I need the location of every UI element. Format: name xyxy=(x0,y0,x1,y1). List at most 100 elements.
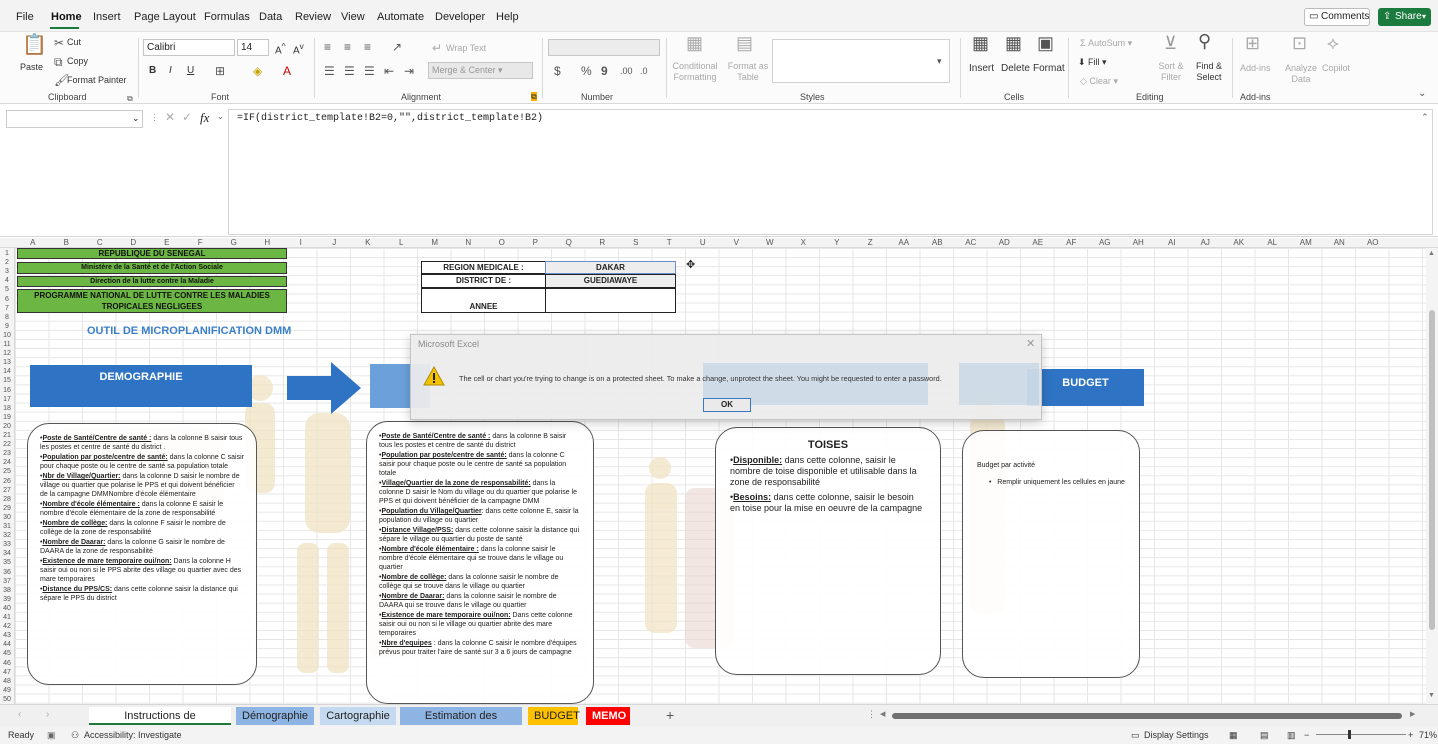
row-header[interactable]: 11 xyxy=(0,340,14,349)
row-header[interactable]: 42 xyxy=(0,622,14,631)
column-header[interactable]: AL xyxy=(1256,238,1290,248)
display-settings-button[interactable]: Display Settings xyxy=(1144,726,1209,744)
annee-value-cell[interactable] xyxy=(545,288,676,313)
column-header[interactable]: AA xyxy=(887,238,921,248)
row-header[interactable]: 1 xyxy=(0,249,14,258)
row-header[interactable]: 14 xyxy=(0,367,14,376)
row-header[interactable]: 45 xyxy=(0,649,14,658)
tab-help[interactable]: Help xyxy=(496,11,519,23)
column-header[interactable]: M xyxy=(418,238,452,248)
zoom-out-icon[interactable]: − xyxy=(1304,726,1309,744)
scroll-left-icon[interactable]: ◀ xyxy=(880,710,885,718)
fill-button[interactable]: ⬇ Fill ▾ xyxy=(1078,57,1107,68)
font-name-select[interactable]: Calibri xyxy=(143,39,235,56)
sheet-tab[interactable]: Cartographie xyxy=(320,707,396,725)
row-header[interactable]: 50 xyxy=(0,695,14,704)
column-header[interactable]: D xyxy=(117,238,151,248)
column-header[interactable]: O xyxy=(485,238,519,248)
font-size-select[interactable]: 14 xyxy=(237,39,269,56)
chevron-down-icon[interactable]: ▾ xyxy=(1422,8,1426,26)
horizontal-scrollbar[interactable]: ◀ ▶ xyxy=(880,711,1420,721)
row-header[interactable]: 30 xyxy=(0,513,14,522)
clear-button[interactable]: ◇ Clear ▾ xyxy=(1080,76,1118,87)
district-value-cell[interactable]: GUEDIAWAYE xyxy=(545,274,676,288)
percent-icon[interactable]: % xyxy=(581,64,592,78)
copilot-button[interactable]: Copilot xyxy=(1322,63,1350,73)
column-header[interactable]: AC xyxy=(954,238,988,248)
sheet-tab[interactable]: Démographie xyxy=(236,707,314,725)
search-icon[interactable]: ⚲ xyxy=(1198,32,1211,50)
column-header[interactable]: AD xyxy=(988,238,1022,248)
column-header[interactable]: N xyxy=(452,238,486,248)
column-header[interactable]: AN xyxy=(1323,238,1357,248)
column-header[interactable]: Y xyxy=(820,238,854,248)
row-header[interactable]: 16 xyxy=(0,386,14,395)
column-header[interactable]: AJ xyxy=(1189,238,1223,248)
collapse-formula-bar-icon[interactable]: ⌃ xyxy=(1421,112,1429,123)
row-header[interactable]: 4 xyxy=(0,276,14,285)
close-icon[interactable]: ✕ xyxy=(1026,337,1035,350)
column-header[interactable]: G xyxy=(217,238,251,248)
column-header[interactable]: K xyxy=(351,238,385,248)
enter-icon[interactable]: ✓ xyxy=(182,110,192,124)
column-header[interactable]: L xyxy=(385,238,419,248)
column-header[interactable]: AO xyxy=(1356,238,1390,248)
row-header[interactable]: 10 xyxy=(0,331,14,340)
column-header[interactable]: AE xyxy=(1021,238,1055,248)
currency-icon[interactable]: $ xyxy=(554,64,561,78)
delete-cells-icon[interactable]: ▦ xyxy=(1005,34,1022,52)
tabs-more-icon[interactable]: ⋮ xyxy=(867,709,876,720)
row-header[interactable]: 46 xyxy=(0,659,14,668)
vertical-scrollbar[interactable]: ▲ ▼ xyxy=(1426,248,1438,704)
row-header[interactable]: 32 xyxy=(0,531,14,540)
insert-function-icon[interactable]: fx xyxy=(200,110,209,126)
format-cells-icon[interactable]: ▣ xyxy=(1037,34,1054,52)
row-header[interactable]: 17 xyxy=(0,395,14,404)
horizontal-scroll-thumb[interactable] xyxy=(892,713,1402,719)
ok-button[interactable]: OK xyxy=(703,398,751,412)
zoom-level[interactable]: 71% xyxy=(1419,726,1437,744)
copy-button[interactable]: Copy xyxy=(67,56,88,66)
name-box[interactable]: ⌄ xyxy=(6,110,143,128)
column-header[interactable]: AF xyxy=(1055,238,1089,248)
row-header[interactable]: 2 xyxy=(0,258,14,267)
add-ins-button[interactable]: Add-ins xyxy=(1240,63,1271,73)
copy-icon[interactable]: ⧉ xyxy=(54,55,63,69)
column-header[interactable]: V xyxy=(720,238,754,248)
row-header[interactable]: 25 xyxy=(0,467,14,476)
increase-indent-icon[interactable]: ⇥ xyxy=(404,64,414,78)
zoom-slider[interactable] xyxy=(1316,734,1406,735)
paste-button[interactable]: Paste xyxy=(20,62,43,72)
row-header[interactable]: 34 xyxy=(0,549,14,558)
column-header[interactable]: J xyxy=(318,238,352,248)
row-header[interactable]: 21 xyxy=(0,431,14,440)
insert-cells-button[interactable]: Insert xyxy=(969,63,994,74)
row-header[interactable]: 29 xyxy=(0,504,14,513)
align-left-icon[interactable]: ☰ xyxy=(324,64,335,78)
row-header[interactable]: 5 xyxy=(0,285,14,294)
column-header[interactable]: F xyxy=(184,238,218,248)
row-header[interactable]: 37 xyxy=(0,577,14,586)
row-header[interactable]: 48 xyxy=(0,677,14,686)
row-header[interactable]: 44 xyxy=(0,640,14,649)
column-header[interactable]: AB xyxy=(921,238,955,248)
worksheet-grid[interactable]: REPUBLIQUE DU SENEGAL Ministère de la Sa… xyxy=(15,248,1426,704)
row-header[interactable]: 13 xyxy=(0,358,14,367)
column-header[interactable]: AH xyxy=(1122,238,1156,248)
row-header[interactable]: 6 xyxy=(0,295,14,304)
column-header[interactable]: E xyxy=(150,238,184,248)
row-header[interactable]: 35 xyxy=(0,558,14,567)
column-header[interactable]: B xyxy=(50,238,84,248)
tab-file[interactable]: File xyxy=(16,11,34,23)
cancel-icon[interactable]: ✕ xyxy=(165,110,175,124)
collapse-ribbon-icon[interactable]: ⌄ xyxy=(1418,87,1426,101)
row-header[interactable]: 19 xyxy=(0,413,14,422)
zoom-in-icon[interactable]: + xyxy=(1408,726,1413,744)
align-middle-icon[interactable]: ≡ xyxy=(344,40,351,54)
column-header[interactable]: A xyxy=(16,238,50,248)
font-color-icon[interactable]: A xyxy=(283,64,291,78)
tab-data[interactable]: Data xyxy=(259,11,282,23)
column-header[interactable]: Z xyxy=(854,238,888,248)
column-header[interactable]: S xyxy=(619,238,653,248)
decrease-indent-icon[interactable]: ⇤ xyxy=(384,64,394,78)
